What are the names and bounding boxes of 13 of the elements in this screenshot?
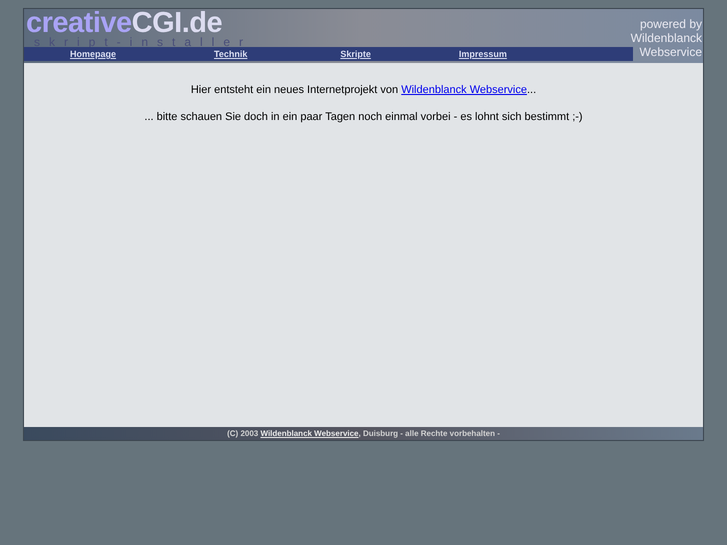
footer-link[interactable]: Wildenblanck Webservice [260, 428, 359, 438]
powered-by-text: Wildenblanck [630, 31, 702, 45]
logo-text: creativeCGI.de [26, 9, 222, 37]
copyright-text: (C) 2003 Wildenblanck Webservice, Duisburg - alle Rechte vorbehalten - [227, 428, 500, 438]
intro-text: Hier entsteht ein neues Internetprojekt von Wildenblanck Webservice... [190, 83, 536, 97]
nav-link[interactable]: Skripte [340, 48, 371, 60]
powered-by-text: Webservice [640, 45, 702, 59]
powered-by-text: powered by [640, 17, 702, 31]
nav-link[interactable]: Homepage [70, 48, 116, 60]
nav-link[interactable]: Impressum [458, 48, 507, 60]
intro-link[interactable]: Wildenblanck Webservice [401, 84, 527, 96]
note-text: ... bitte schauen Sie doch in ein paar Tagen noch einmal vorbei - es lohnt sich bestimmt ;-) [144, 110, 583, 124]
nav-link[interactable]: Technik [214, 48, 248, 60]
